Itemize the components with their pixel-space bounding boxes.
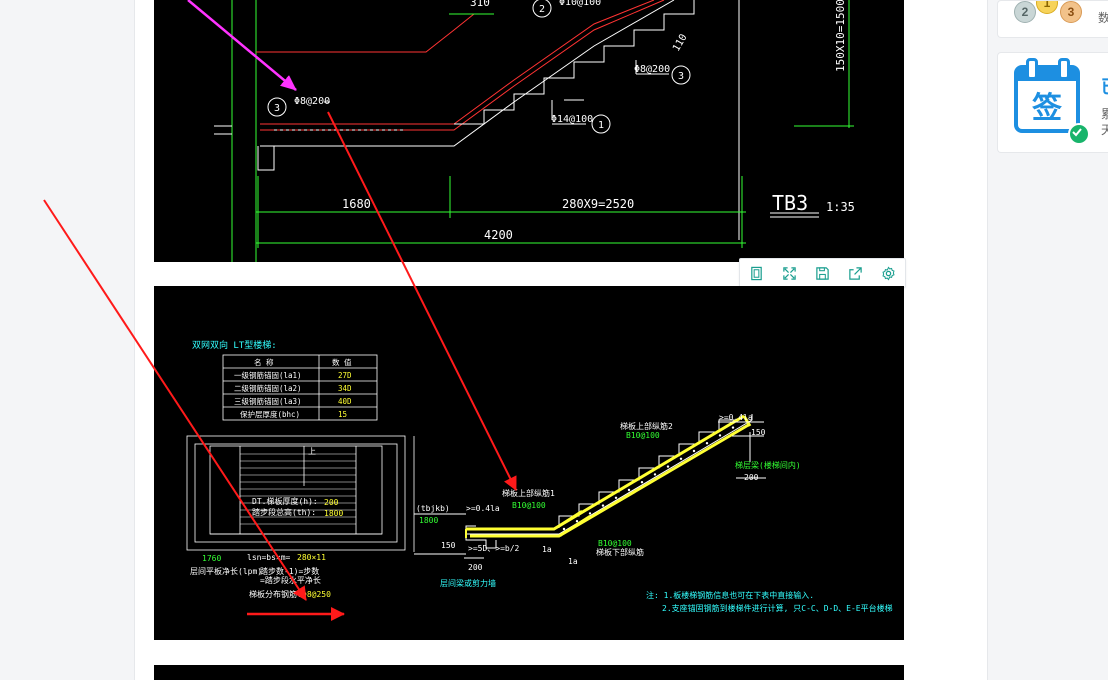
settings-icon [882, 265, 895, 281]
dim-mid-value: 280×11 [297, 553, 326, 562]
table-row-1-value: 27D [338, 371, 352, 380]
table-row-3-value: 40D [338, 397, 352, 406]
gold-medal-icon: 1 [1036, 1, 1058, 14]
step-height-label: 踏步段总高(th): [252, 507, 316, 517]
tbjkb-label: (tbjkb) [416, 504, 450, 513]
rebar-3-upper-label: Φ8@200 [294, 96, 330, 107]
table-row-4-name: 保护层厚度(bhc) [240, 409, 300, 419]
stair-rebar-diagram[interactable]: 双网双向 LT型楼梯: 名 称 数 值 一级钢筋锚固(la1) 27D 二级钢筋… [154, 286, 904, 640]
sign-in-card[interactable]: 签 已 累 天 [997, 52, 1108, 153]
next-drawing[interactable] [154, 665, 904, 680]
fullscreen-button[interactable] [778, 262, 802, 284]
dist-rebar-value: Φ8@250 [302, 590, 331, 599]
sign-line-2: 天 [1101, 121, 1108, 138]
save-icon [816, 266, 829, 280]
save-button[interactable] [811, 262, 835, 284]
slab-mark: 110 [671, 32, 690, 53]
dim-landing: 1680 [342, 197, 371, 211]
calendar-sign-icon: 签 [1014, 58, 1090, 145]
ranking-card[interactable]: 2 1 3 数 [997, 0, 1108, 38]
circle-3a-label: 3 [274, 103, 280, 114]
table-row-4-value: 15 [338, 410, 347, 419]
dim-150-top: 150 [751, 428, 766, 437]
table-row-3-name: 三级钢筋锚固(la3) [234, 396, 302, 406]
beam-note: 层间梁或剪力墙 [440, 578, 496, 588]
steps-count-label: 踏步数-1)=步数 [260, 566, 319, 576]
stair-label: TB3 [772, 191, 808, 215]
table-header-name: 名 称 [254, 357, 274, 367]
note-2: 2.支座锚固钢筋到楼梯件进行计算, 只C-C、D-D、E-E平台楼梯 [662, 603, 893, 613]
cad-drawing-mid: 双网双向 LT型楼梯: 名 称 数 值 一级钢筋锚固(la1) 27D 二级钢筋… [186, 339, 893, 613]
fit-page-icon [751, 266, 762, 280]
dt-value: 200 [324, 498, 339, 507]
scale-label: 1:35 [826, 200, 855, 214]
rebar-1-label: Φ14@100 [551, 114, 593, 125]
ge-5d-label: >=5D、>=b/2 [468, 544, 520, 553]
table-header-value: 数 值 [332, 357, 352, 367]
dim-200-right: 200 [744, 473, 759, 482]
dt-label: DT.梯板厚度(h): [252, 496, 318, 506]
step-height-value: 1800 [324, 509, 343, 518]
fit-page-button[interactable] [745, 262, 769, 284]
sign-title: 已 [1101, 73, 1108, 99]
settings-button[interactable] [877, 262, 901, 284]
ge-04la-left: >=0.4la [466, 504, 500, 513]
check-icon [1068, 123, 1090, 145]
ge-04la-top: >=0.4la [719, 413, 753, 422]
sign-line-1: 累 [1101, 105, 1108, 122]
dim-left: 1760 [202, 554, 221, 563]
rank-text: 数 [1098, 9, 1108, 26]
circle-2-label: 2 [539, 4, 545, 15]
landing-length-label: 层间平板净长(lpm) [190, 566, 262, 576]
ladder-beam-label: 梯层梁(楼梯间内) [735, 460, 801, 470]
circle-1-label: 1 [598, 120, 604, 131]
lower-rebar-label: 梯板下部纵筋 [596, 547, 644, 557]
upper-rebar-2-value: B10@100 [626, 431, 660, 440]
dim-top: 310 [470, 0, 490, 9]
page: 3 Φ8@200 2 Φ10@100 3 Φ8@200 1 Φ14@100 11… [0, 0, 1108, 680]
table-row-1-name: 一级钢筋锚固(la1) [234, 370, 302, 380]
upper-rebar-1-label: 梯板上部纵筋1 [502, 488, 555, 498]
dim-vertical: 150X10=1500 [834, 0, 847, 72]
dim-mid: lsn=bs×m= [247, 553, 291, 562]
rebar-3-lower-label: Φ8@200 [634, 64, 670, 75]
upper-rebar-2-label: 梯板上部纵筋2 [620, 421, 673, 431]
dim-150-left: 150 [441, 541, 456, 550]
silver-medal-icon: 2 [1014, 1, 1036, 23]
dim-total: 4200 [484, 228, 513, 242]
lower-rebar-value: B10@100 [598, 539, 632, 548]
image-toolbar [739, 258, 906, 288]
bronze-medal-icon: 3 [1060, 1, 1082, 23]
dist-rebar-label: 梯板分布钢筋: [249, 589, 302, 599]
dim-1800: 1800 [419, 516, 438, 525]
upper-rebar-1-value: B10@100 [512, 501, 546, 510]
cad-drawing-top: 3 Φ8@200 2 Φ10@100 3 Φ8@200 1 Φ14@100 11… [214, 0, 855, 262]
la-label-1: 1a [542, 545, 552, 554]
stair-drawing-tb3[interactable]: 3 Φ8@200 2 Φ10@100 3 Φ8@200 1 Φ14@100 11… [154, 0, 904, 262]
table-row-2-name: 二级钢筋锚固(la2) [234, 383, 302, 393]
circle-3b-label: 3 [678, 71, 684, 82]
plan-mark: 上 [308, 447, 316, 456]
fullscreen-icon [783, 266, 796, 280]
table-row-2-value: 34D [338, 384, 352, 393]
la-label-2: 1a [568, 557, 578, 566]
share-icon [849, 266, 862, 280]
dim-200-bottom: 200 [468, 563, 483, 572]
share-button[interactable] [844, 262, 868, 284]
note-1: 注: 1.板楼梯钢筋信息也可在下表中直接输入. [646, 590, 814, 600]
rebar-2-label: Φ10@100 [559, 0, 601, 8]
steps-total-label: =踏步段水平净长 [260, 575, 321, 585]
mid-heading: 双网双向 LT型楼梯: [192, 339, 277, 351]
dim-steps: 280X9=2520 [562, 197, 634, 211]
